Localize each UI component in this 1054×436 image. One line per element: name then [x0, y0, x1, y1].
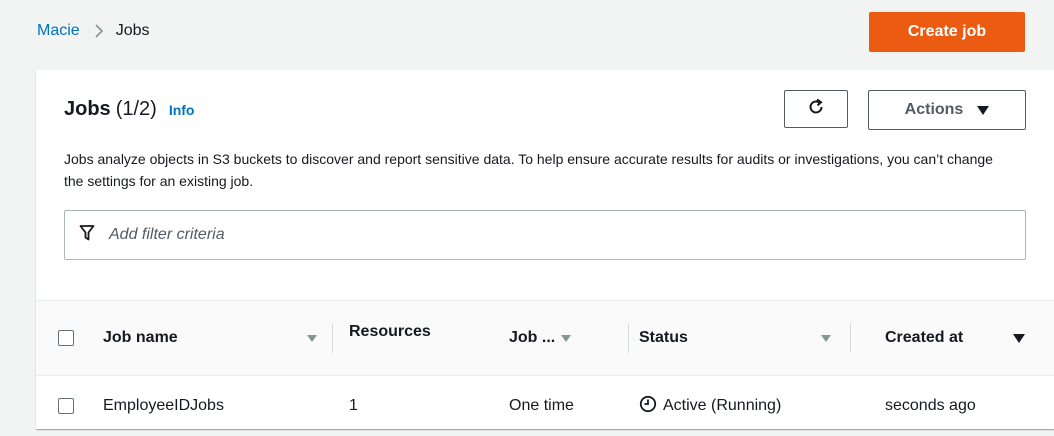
info-link[interactable]: Info [169, 102, 195, 118]
row-checkbox[interactable] [58, 398, 74, 414]
panel-description: Jobs analyze objects in S3 buckets to di… [64, 151, 993, 189]
filter-icon [79, 224, 95, 247]
cell-resources: 1 [349, 397, 358, 414]
column-header-job-type[interactable]: Job ... [509, 301, 629, 375]
column-divider [332, 323, 333, 353]
column-label: Job ... [509, 329, 556, 346]
sort-icon[interactable] [307, 334, 317, 342]
breadcrumb-separator-icon [94, 23, 104, 39]
column-label: Job name [103, 329, 178, 346]
breadcrumb-current: Jobs [115, 22, 150, 39]
filter-placeholder: Add filter criteria [109, 226, 225, 243]
column-header-status[interactable]: Status [639, 301, 851, 375]
cell-job-type: One time [509, 397, 574, 414]
jobs-count: (1/2) [115, 98, 157, 120]
clock-icon [639, 395, 657, 418]
column-header-resources[interactable]: Resources [349, 301, 499, 375]
breadcrumb-macie-link[interactable]: Macie [37, 22, 80, 40]
sort-icon[interactable] [561, 334, 572, 342]
refresh-button[interactable] [784, 90, 848, 128]
filter-input[interactable]: Add filter criteria [64, 210, 1026, 260]
select-all-checkbox[interactable] [58, 330, 74, 346]
actions-label: Actions [904, 101, 964, 118]
table-row[interactable]: EmployeeIDJobs 1 One time Active (Runnin… [36, 376, 1054, 429]
table-header: Job name Resources Job ... Status Create… [36, 301, 1054, 376]
create-job-button[interactable]: Create job [869, 12, 1025, 52]
column-divider [628, 323, 629, 353]
status-text: Active (Running) [663, 397, 782, 414]
refresh-icon [807, 98, 825, 121]
column-label: Resources [349, 323, 431, 340]
breadcrumb: Macie Jobs [37, 22, 149, 40]
panel-header: Jobs (1/2) Info [64, 98, 194, 121]
column-divider [850, 323, 851, 353]
column-label: Created at [885, 329, 964, 346]
cell-status: Active (Running) [639, 376, 781, 436]
cell-job-name[interactable]: EmployeeIDJobs [103, 376, 224, 436]
cell-created-at: seconds ago [885, 397, 976, 414]
column-header-created-at[interactable]: Created at [885, 301, 1025, 375]
sort-active-icon[interactable] [1013, 333, 1025, 343]
sort-icon[interactable] [821, 334, 831, 342]
caret-down-icon [977, 105, 990, 115]
actions-dropdown-button[interactable]: Actions [868, 90, 1026, 130]
page-title: Jobs [64, 98, 111, 120]
jobs-panel: Jobs (1/2) Info Actions Jobs analyze obj… [36, 70, 1054, 429]
column-label: Status [639, 329, 688, 346]
column-header-job-name[interactable]: Job name [103, 301, 333, 375]
status-indicator: Active (Running) [639, 395, 781, 418]
